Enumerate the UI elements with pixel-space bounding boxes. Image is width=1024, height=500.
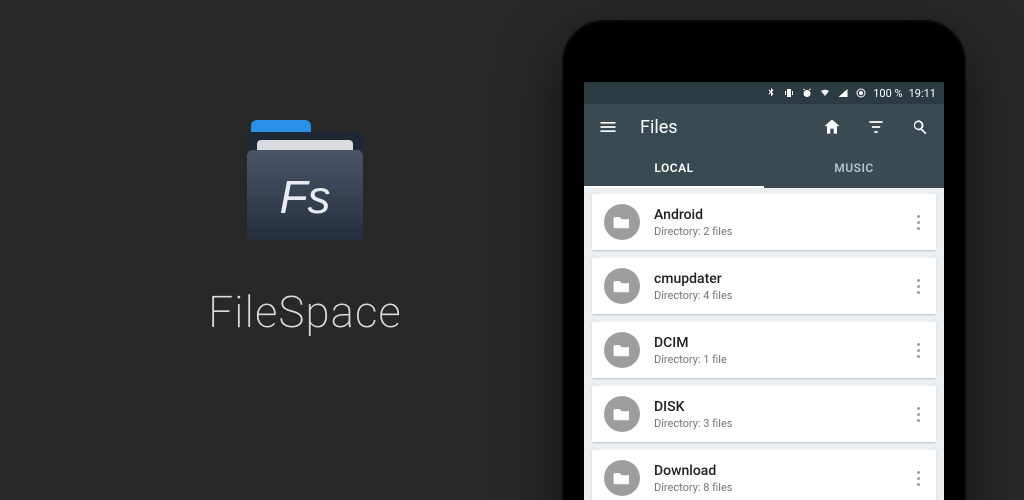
vibrate-icon <box>783 87 795 99</box>
clock: 19:11 <box>909 87 936 100</box>
bluetooth-icon <box>765 87 777 99</box>
alarm-icon <box>801 87 813 99</box>
more-icon[interactable] <box>906 471 930 486</box>
item-subtitle: Directory: 2 files <box>654 225 892 238</box>
more-icon[interactable] <box>906 279 930 294</box>
folder-icon <box>604 268 640 304</box>
tabs: LOCAL MUSIC <box>584 150 944 188</box>
app-wordmark: FileSpace <box>175 286 435 338</box>
more-icon[interactable] <box>906 407 930 422</box>
search-icon[interactable] <box>908 115 932 139</box>
item-name: Android <box>654 207 892 223</box>
promo-block: Fs FileSpace <box>175 120 435 338</box>
file-list[interactable]: Android Directory: 2 files cmupdater Dir… <box>584 188 944 500</box>
signal-icon <box>837 87 849 99</box>
screen: 100 % 19:11 Files <box>584 82 944 500</box>
folder-icon <box>604 460 640 496</box>
list-item[interactable]: DISK Directory: 3 files <box>592 386 936 442</box>
battery-icon <box>855 87 867 99</box>
item-subtitle: Directory: 1 file <box>654 353 892 366</box>
home-icon[interactable] <box>820 115 844 139</box>
battery-percent: 100 % <box>873 87 902 100</box>
item-subtitle: Directory: 3 files <box>654 417 892 430</box>
device-frame: 100 % 19:11 Files <box>564 22 964 500</box>
app-bar-title: Files <box>640 117 800 138</box>
list-item[interactable]: DCIM Directory: 1 file <box>592 322 936 378</box>
logo-text: Fs <box>279 170 330 224</box>
more-icon[interactable] <box>906 343 930 358</box>
filter-icon[interactable] <box>864 115 888 139</box>
folder-icon <box>604 332 640 368</box>
tab-music[interactable]: MUSIC <box>764 150 944 188</box>
status-bar: 100 % 19:11 <box>584 82 944 104</box>
item-subtitle: Directory: 4 files <box>654 289 892 302</box>
list-item[interactable]: Download Directory: 8 files <box>592 450 936 500</box>
folder-icon <box>604 396 640 432</box>
item-name: cmupdater <box>654 271 892 287</box>
list-item[interactable]: Android Directory: 2 files <box>592 194 936 250</box>
wifi-icon <box>819 87 831 99</box>
item-name: Download <box>654 463 892 479</box>
more-icon[interactable] <box>906 215 930 230</box>
app-logo: Fs <box>241 120 369 248</box>
list-item[interactable]: cmupdater Directory: 4 files <box>592 258 936 314</box>
app-bar: Files LOCAL MUSIC <box>584 104 944 188</box>
item-name: DISK <box>654 399 892 415</box>
folder-icon <box>604 204 640 240</box>
hamburger-icon[interactable] <box>596 115 620 139</box>
item-name: DCIM <box>654 335 892 351</box>
tab-local[interactable]: LOCAL <box>584 150 764 188</box>
item-subtitle: Directory: 8 files <box>654 481 892 494</box>
